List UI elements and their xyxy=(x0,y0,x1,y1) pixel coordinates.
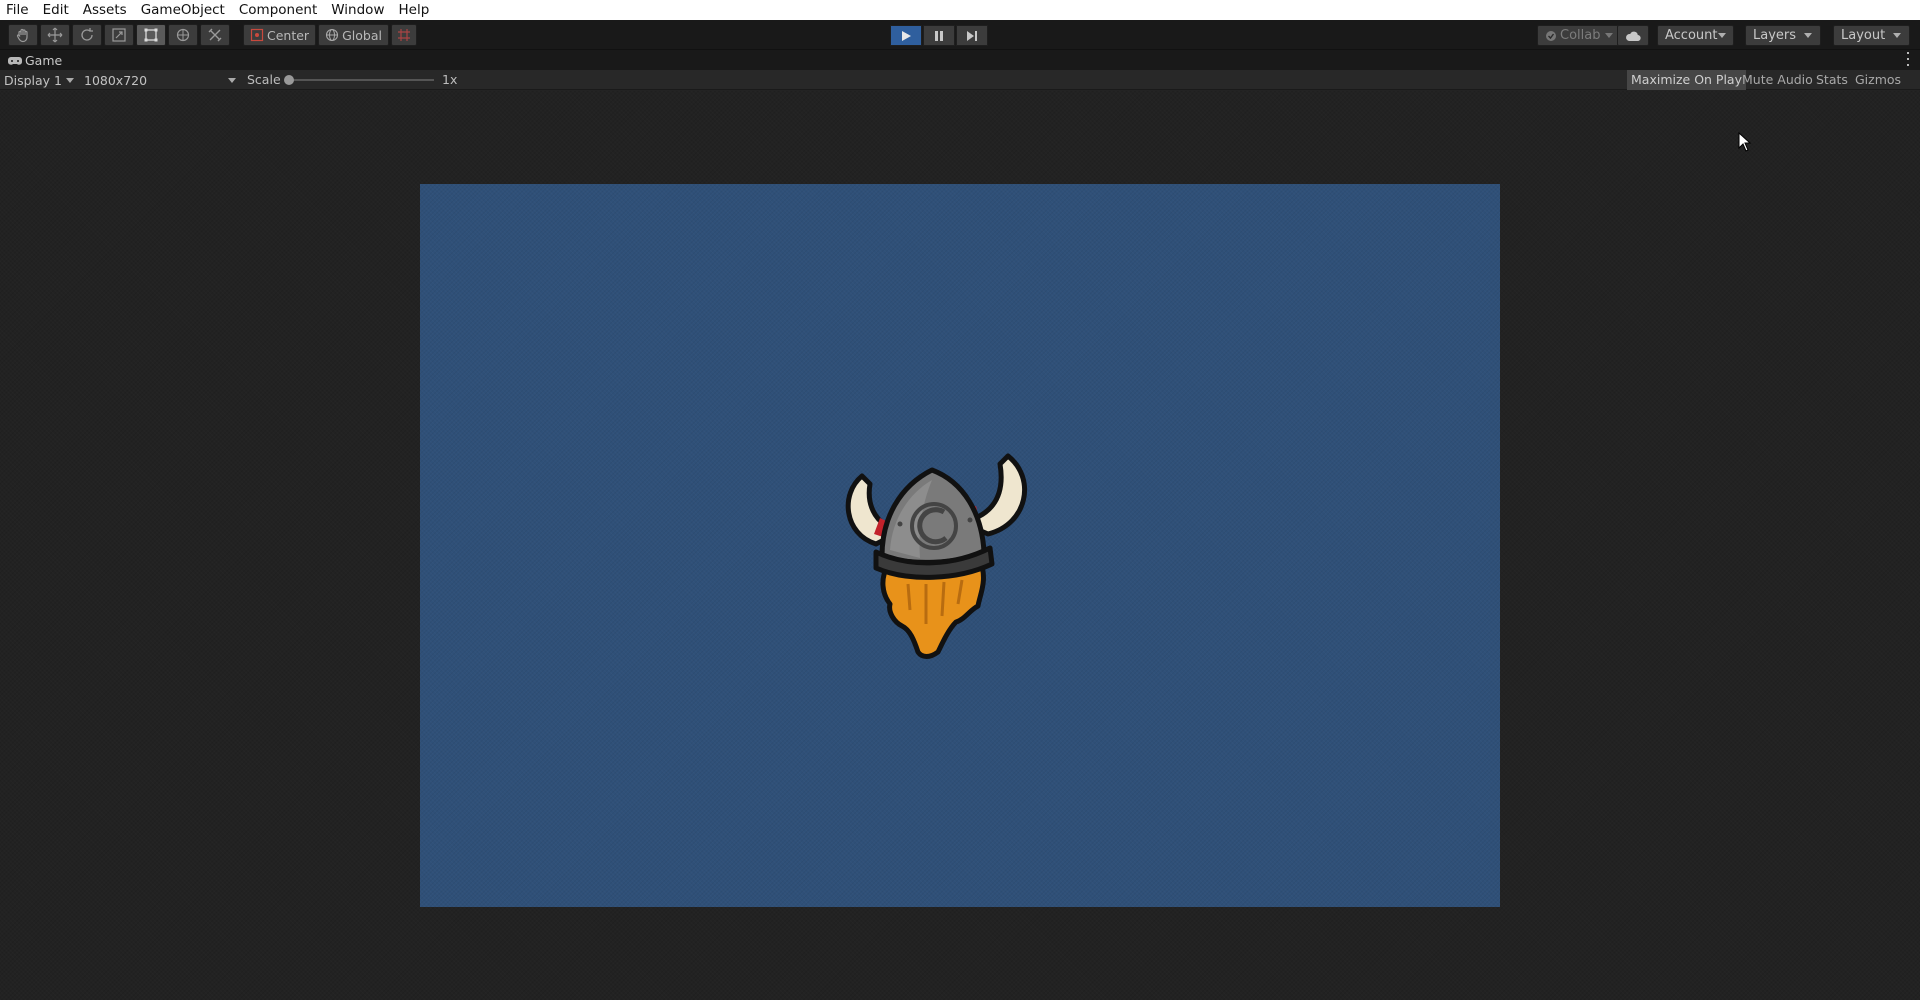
menu-edit[interactable]: Edit xyxy=(36,0,76,20)
gizmos-label: Gizmos xyxy=(1855,72,1902,87)
scale-slider-track[interactable] xyxy=(288,79,434,81)
game-screen[interactable] xyxy=(420,184,1500,907)
play-icon xyxy=(902,30,911,41)
hand-tool-icon xyxy=(16,28,28,43)
grid-snap-button[interactable] xyxy=(390,24,417,46)
kebab-menu-icon[interactable] xyxy=(1906,52,1910,66)
menu-gameobject[interactable]: GameObject xyxy=(134,0,232,20)
main-toolbar: Center Global Collab Account Layers Layo… xyxy=(0,20,1920,50)
display-dropdown[interactable]: Display 1 xyxy=(0,70,78,90)
game-view-toolbar: Display 1 1080x720 Scale 1x Maximize On … xyxy=(0,70,1920,103)
gizmos-toggle[interactable]: Gizmos xyxy=(1851,70,1920,103)
gamepad-icon xyxy=(8,56,22,65)
transform-tools xyxy=(8,24,232,46)
pause-icon xyxy=(935,30,943,41)
account-label: Account xyxy=(1665,28,1718,43)
cloud-button[interactable] xyxy=(1617,25,1649,46)
menu-bar: File Edit Assets GameObject Component Wi… xyxy=(0,0,1920,20)
pivot-center-label: Center xyxy=(267,27,310,43)
chevron-down-icon xyxy=(1804,33,1812,38)
account-dropdown[interactable]: Account xyxy=(1657,25,1734,46)
transform-tool-icon xyxy=(176,28,190,42)
step-button[interactable] xyxy=(956,25,988,46)
step-icon xyxy=(967,30,977,41)
mouse-cursor-icon xyxy=(1738,132,1752,152)
rotate-tool-icon xyxy=(81,28,93,41)
chevron-down-icon xyxy=(228,78,236,83)
move-tool-button[interactable] xyxy=(40,24,70,46)
grid-snap-icon xyxy=(397,29,410,41)
pivot-global-label: Global xyxy=(342,27,382,43)
game-viewport[interactable] xyxy=(0,91,1920,1000)
chevron-down-icon xyxy=(1605,33,1614,38)
stats-toggle[interactable]: Stats xyxy=(1812,70,1852,90)
custom-tool-icon xyxy=(208,28,222,42)
layout-button[interactable]: Layout xyxy=(1833,25,1910,46)
mute-audio-toggle[interactable]: Mute Audio xyxy=(1738,70,1817,90)
play-button[interactable] xyxy=(890,25,922,46)
pivot-global-button[interactable]: Global xyxy=(318,24,389,46)
collab-dropdown[interactable]: Collab xyxy=(1537,25,1623,46)
check-circle-icon xyxy=(1546,30,1556,41)
playback-controls xyxy=(890,25,989,46)
layout-dropdown[interactable]: Layout xyxy=(1833,25,1910,46)
move-tool-icon xyxy=(47,27,63,43)
menu-component[interactable]: Component xyxy=(232,0,324,20)
layout-label: Layout xyxy=(1841,28,1886,43)
tab-game[interactable]: Game xyxy=(0,51,70,70)
viking-helmet-logo xyxy=(845,453,1028,659)
menu-help[interactable]: Help xyxy=(391,0,436,20)
chevron-down-icon xyxy=(1717,33,1726,38)
transform-tool-button[interactable] xyxy=(168,24,198,46)
rect-tool-button[interactable] xyxy=(136,24,166,46)
collab-button[interactable]: Collab xyxy=(1537,25,1623,46)
hand-tool-button[interactable] xyxy=(8,24,38,46)
custom-tool-button[interactable] xyxy=(200,24,230,46)
layers-button[interactable]: Layers xyxy=(1745,25,1821,46)
cloud-group xyxy=(1617,25,1649,46)
pivot-center-button[interactable]: Center xyxy=(243,24,317,46)
collab-label: Collab xyxy=(1560,28,1601,43)
pivot-center-icon xyxy=(250,28,264,42)
pause-button[interactable] xyxy=(923,25,955,46)
tab-game-label: Game xyxy=(25,53,63,68)
maximize-on-play-toggle[interactable]: Maximize On Play xyxy=(1627,70,1746,90)
chevron-down-icon xyxy=(66,78,74,83)
scale-label: Scale xyxy=(247,72,281,87)
resolution-label: 1080x720 xyxy=(84,72,148,88)
scale-slider-thumb[interactable] xyxy=(284,75,294,85)
layers-label: Layers xyxy=(1753,28,1797,43)
globe-icon xyxy=(326,28,339,42)
rect-tool-icon xyxy=(144,28,158,42)
layers-dropdown[interactable]: Layers xyxy=(1745,25,1821,46)
resolution-dropdown[interactable]: 1080x720 xyxy=(80,70,240,90)
display-label: Display 1 xyxy=(4,72,63,88)
scale-value: 1x xyxy=(442,72,458,87)
account-button[interactable]: Account xyxy=(1657,25,1734,46)
rotate-tool-button[interactable] xyxy=(72,24,102,46)
menu-assets[interactable]: Assets xyxy=(76,0,134,20)
cloud-icon xyxy=(1626,31,1641,41)
menu-file[interactable]: File xyxy=(0,0,36,20)
menu-window[interactable]: Window xyxy=(324,0,391,20)
tab-bar: Game xyxy=(0,50,1920,70)
pivot-tools: Center Global xyxy=(243,24,419,46)
scale-tool-button[interactable] xyxy=(104,24,134,46)
chevron-down-icon xyxy=(1893,33,1901,38)
scale-tool-icon xyxy=(112,28,126,42)
